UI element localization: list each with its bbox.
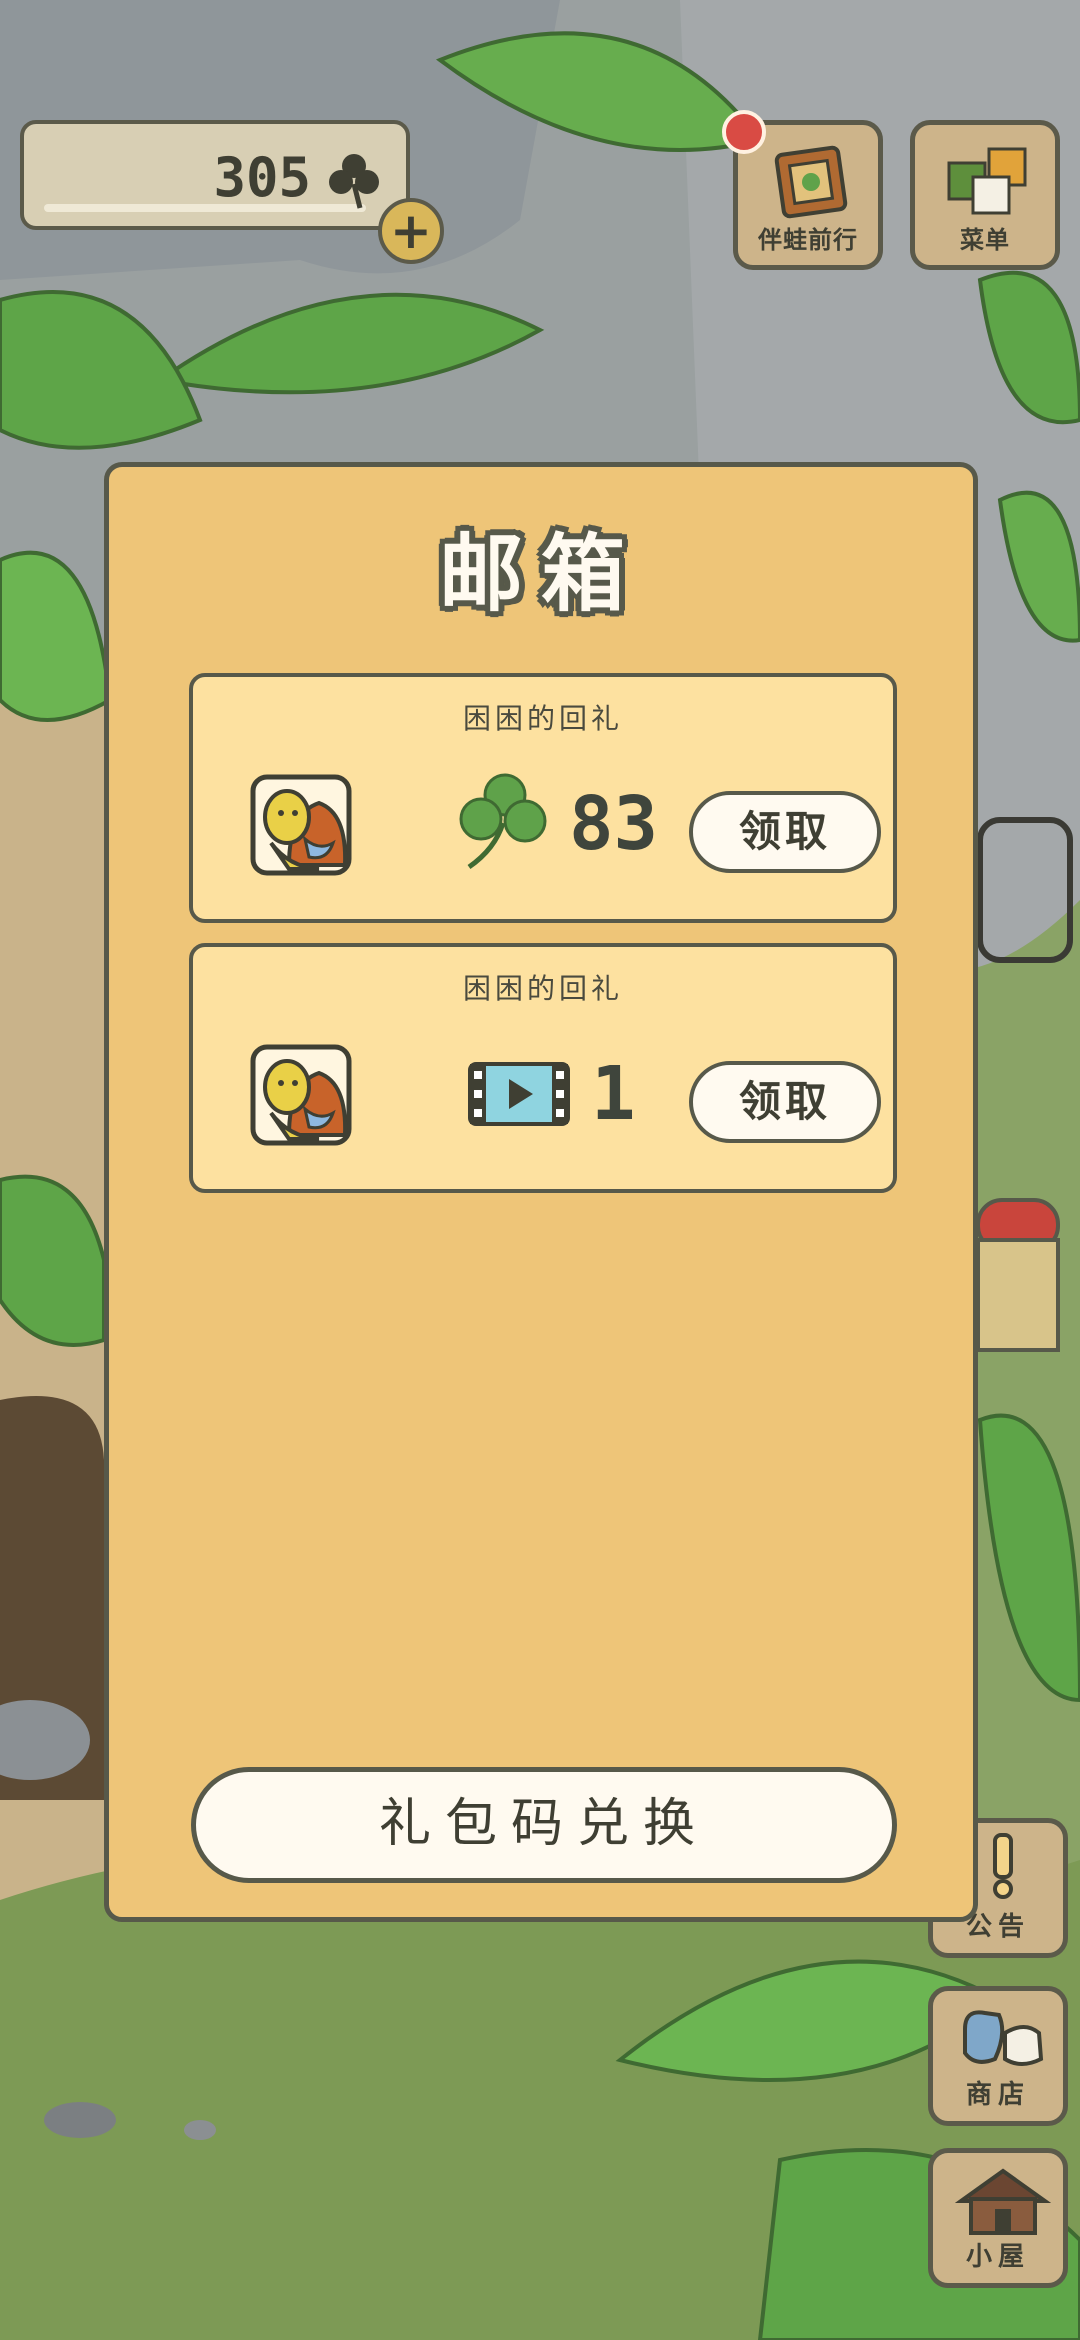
shop-button[interactable]: 商店 (928, 1986, 1068, 2126)
turtle-avatar-icon (249, 1043, 353, 1147)
shop-bag-icon (955, 2003, 1051, 2077)
turtle-avatar-icon (249, 773, 353, 877)
travel-with-frog-label: 伴蛙前行 (758, 226, 858, 254)
mail-sender: 困困的回礼 (462, 972, 623, 1005)
clover-icon (455, 769, 551, 877)
counter-bar (44, 204, 366, 212)
house-label: 小屋 (965, 2242, 1030, 2272)
album-icon (774, 145, 848, 223)
clover-count: 305 (213, 146, 311, 209)
shop-label: 商店 (965, 2080, 1030, 2110)
exclamation-icon (983, 1831, 1023, 1905)
menu-button[interactable]: 菜单 (910, 120, 1060, 270)
claim-button[interactable]: 领取 (689, 791, 881, 873)
notification-dot (722, 110, 766, 154)
menu-label: 菜单 (960, 226, 1010, 254)
reward-amount: 83 (569, 781, 659, 867)
mailbox-modal: 邮箱 困困的回礼 83 领取 困困的回礼 1 领取 礼包码兑换 (104, 462, 978, 1922)
house-icon (954, 2165, 1052, 2241)
reward-amount: 1 (591, 1051, 636, 1137)
menu-icon (943, 143, 1033, 227)
house-button[interactable]: 小屋 (928, 2148, 1068, 2288)
redeem-gift-code-button[interactable]: 礼包码兑换 (191, 1767, 897, 1883)
mail-item: 困困的回礼 83 领取 (189, 673, 897, 923)
clover-counter: 305 (20, 120, 410, 230)
video-ticket-icon (467, 1061, 571, 1131)
mail-sender: 困困的回礼 (462, 702, 623, 735)
add-clover-button[interactable]: + (378, 198, 444, 264)
mailbox-title: 邮箱 (438, 525, 643, 623)
clover-icon (324, 150, 384, 214)
mail-item: 困困的回礼 1 领取 (189, 943, 897, 1193)
claim-button[interactable]: 领取 (689, 1061, 881, 1143)
